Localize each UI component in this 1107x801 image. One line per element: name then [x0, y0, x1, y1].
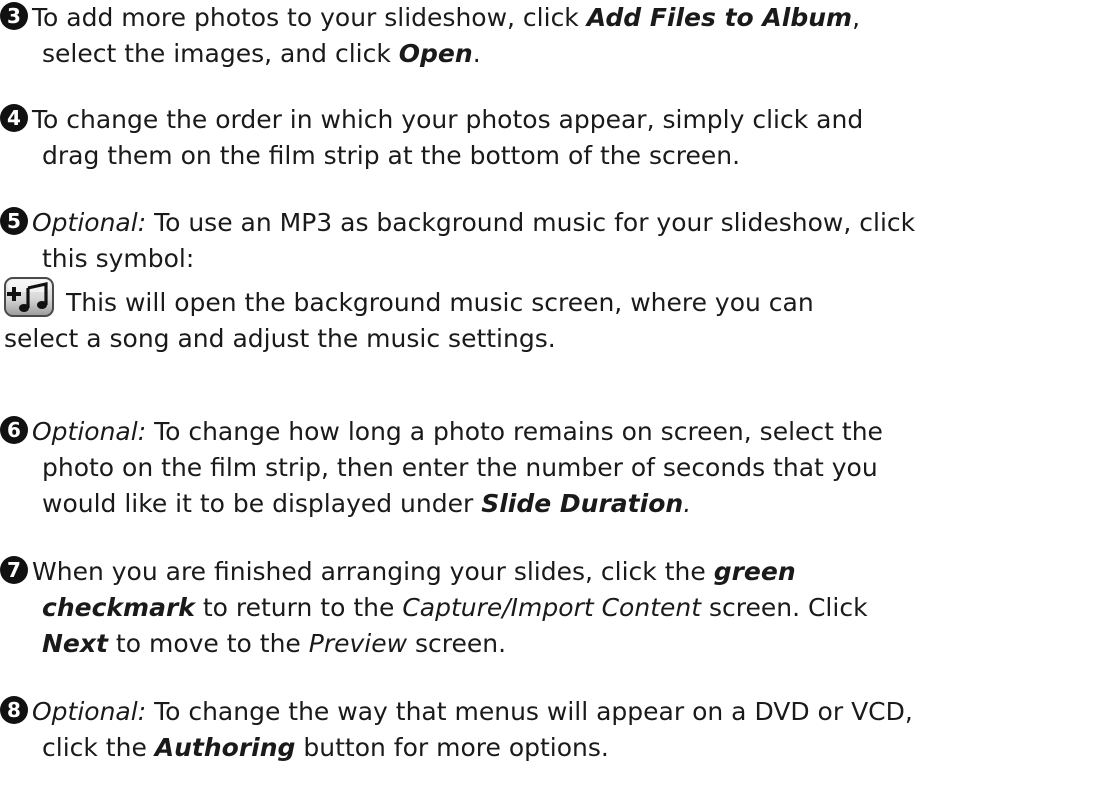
- step-line: select the images, and click Open.: [42, 36, 1103, 72]
- step-line: To add more photos to your slideshow, cl…: [32, 0, 1103, 36]
- step-7: 7 When you are finished arranging your s…: [0, 554, 1107, 662]
- menu-command-add-files: Add Files to Album: [586, 3, 853, 32]
- text-span: To use an MP3 as background music for yo…: [146, 208, 916, 237]
- step-line: photo on the film strip, then enter the …: [42, 453, 878, 482]
- text-span: To change the way that menus will appear…: [146, 697, 913, 726]
- step-number-badge: 8: [0, 696, 28, 724]
- step-line: drag them on the film strip at the botto…: [42, 141, 741, 170]
- step-4: 4 To change the order in which your phot…: [0, 102, 1107, 174]
- text-span: select the images, and click: [42, 39, 399, 68]
- green-label: green: [713, 557, 796, 586]
- text-span: screen.: [407, 629, 507, 658]
- text-span: would like it to be displayed under: [42, 489, 482, 518]
- step-text: Optional: To change how long a photo rem…: [32, 414, 1103, 522]
- step-number-badge: 7: [0, 556, 28, 584]
- optional-label: Optional:: [32, 697, 147, 726]
- step-text: To add more photos to your slideshow, cl…: [32, 0, 1103, 72]
- step-number-badge: 4: [0, 104, 28, 132]
- text-span: This will open the background music scre…: [58, 288, 814, 317]
- setting-slide-duration: Slide Duration: [481, 489, 684, 518]
- step-6: 6 Optional: To change how long a photo r…: [0, 414, 1107, 522]
- screen-name-capture-import: Capture/Import Content: [402, 593, 702, 622]
- step-number-badge: 5: [0, 207, 28, 235]
- step-8: 8 Optional: To change the way that menus…: [0, 694, 1107, 766]
- button-name-next: Next: [42, 629, 108, 658]
- text-span: .: [472, 39, 481, 68]
- step-line: checkmark to return to the Capture/Impor…: [42, 590, 1103, 626]
- add-music-icon: [4, 277, 54, 317]
- step-line: Optional: To change the way that menus w…: [32, 694, 1103, 730]
- text-span: When you are finished arranging your sli…: [32, 557, 714, 586]
- step-text: Optional: To use an MP3 as background mu…: [4, 205, 1103, 357]
- optional-label: Optional:: [32, 417, 147, 446]
- instruction-page: 3 To add more photos to your slideshow, …: [0, 0, 1107, 801]
- step-number-badge: 6: [0, 416, 28, 444]
- step-text: To change the order in which your photos…: [32, 102, 1103, 174]
- step-5: 5 Optional: To use an MP3 as background …: [0, 205, 1107, 357]
- step-line: select a song and adjust the music setti…: [4, 324, 556, 353]
- step-text: Optional: To change the way that menus w…: [32, 694, 1103, 766]
- text-span: .: [683, 489, 692, 518]
- button-name-authoring: Authoring: [154, 733, 296, 762]
- step-line: This will open the background music scre…: [4, 277, 1103, 321]
- step-line: this symbol:: [42, 244, 195, 273]
- text-span: click the: [42, 733, 155, 762]
- text-span: button for more options.: [295, 733, 609, 762]
- step-line: click the Authoring button for more opti…: [42, 730, 1103, 766]
- step-text: When you are finished arranging your sli…: [32, 554, 1103, 662]
- text-span: ,: [852, 3, 861, 32]
- screen-name-preview: Preview: [308, 629, 408, 658]
- step-number-badge: 3: [0, 2, 28, 30]
- text-span: To add more photos to your slideshow, cl…: [32, 3, 587, 32]
- step-line: Optional: To use an MP3 as background mu…: [32, 205, 1103, 241]
- step-line: Next to move to the Preview screen.: [42, 626, 1103, 662]
- step-line: Optional: To change how long a photo rem…: [32, 414, 1103, 450]
- step-line: To change the order in which your photos…: [32, 105, 864, 134]
- step-3: 3 To add more photos to your slideshow, …: [0, 0, 1107, 72]
- optional-label: Optional:: [32, 208, 147, 237]
- menu-command-open: Open: [398, 39, 473, 68]
- step-line: When you are finished arranging your sli…: [32, 554, 1103, 590]
- step-line: would like it to be displayed under Slid…: [42, 486, 1103, 522]
- checkmark-label: checkmark: [42, 593, 195, 622]
- text-span: to move to the: [107, 629, 309, 658]
- text-span: to return to the: [194, 593, 403, 622]
- text-span: screen. Click: [701, 593, 868, 622]
- text-span: To change how long a photo remains on sc…: [146, 417, 883, 446]
